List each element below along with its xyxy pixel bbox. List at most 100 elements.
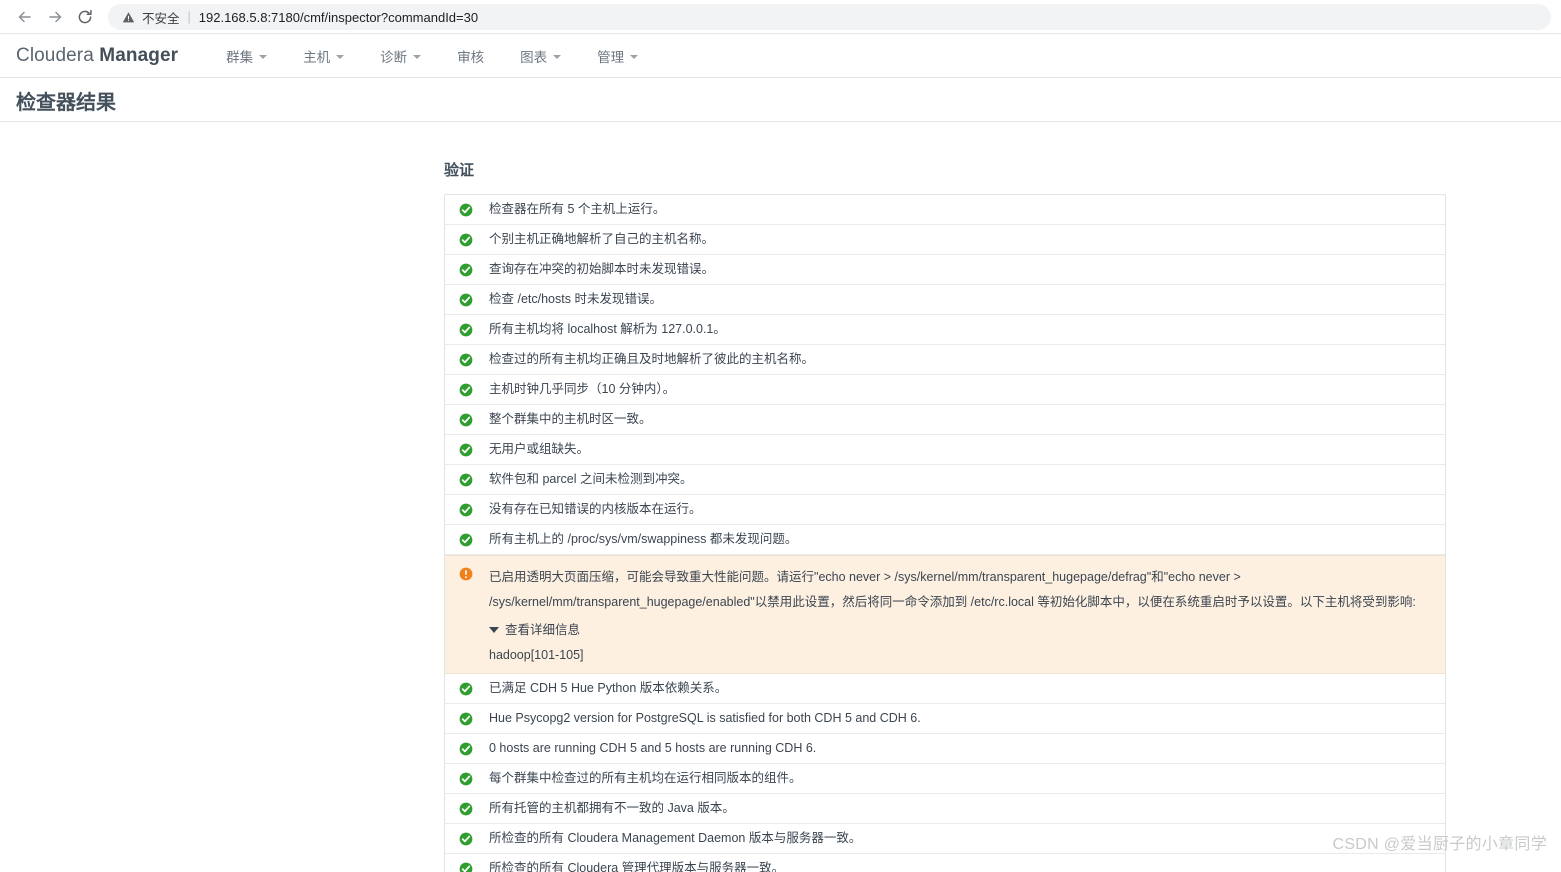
validation-row-text: 所检查的所有 Cloudera Management Daemon 版本与服务器… — [489, 831, 862, 845]
brand-prefix: Cloudera — [16, 45, 100, 66]
reload-button[interactable] — [70, 2, 100, 32]
success-check-icon — [459, 832, 473, 846]
chevron-down-icon — [553, 55, 562, 59]
validation-row-text: 每个群集中检查过的所有主机均在运行相同版本的组件。 — [489, 771, 802, 785]
validation-row-text: 整个群集中的主机时区一致。 — [489, 412, 652, 426]
validation-row: 软件包和 parcel 之间未检测到冲突。 — [445, 465, 1445, 495]
nav-item-label: 审核 — [457, 50, 485, 65]
validation-row-text: 无用户或组缺失。 — [489, 442, 590, 456]
nav-item-label: 管理 — [597, 50, 625, 65]
warning-triangle-icon — [120, 9, 136, 25]
nav-item-clusters[interactable]: 群集 — [208, 46, 285, 66]
validation-row: 已满足 CDH 5 Hue Python 版本依赖关系。 — [445, 674, 1445, 704]
success-check-icon — [459, 353, 473, 367]
warning-exclamation-icon — [459, 567, 473, 581]
validation-row: 所检查的所有 Cloudera Management Daemon 版本与服务器… — [445, 824, 1445, 854]
brand-logo[interactable]: Cloudera Manager — [16, 45, 178, 67]
success-check-icon — [459, 203, 473, 217]
validation-result-list: 检查器在所有 5 个主机上运行。个别主机正确地解析了自己的主机名称。 查询存在冲突… — [444, 194, 1446, 872]
success-check-icon — [459, 443, 473, 457]
validation-row: 没有存在已知错误的内核版本在运行。 — [445, 495, 1445, 525]
success-check-icon — [459, 802, 473, 816]
validation-row-text: 查询存在冲突的初始脚本时未发现错误。 — [489, 262, 715, 276]
validation-row-text: 没有存在已知错误的内核版本在运行。 — [489, 502, 702, 516]
validation-row: 每个群集中检查过的所有主机均在运行相同版本的组件。 — [445, 764, 1445, 794]
chevron-down-icon — [259, 55, 268, 59]
validation-row-text: 主机时钟几乎同步（10 分钟内）。 — [489, 382, 676, 396]
validation-row: 所有托管的主机都拥有不一致的 Java 版本。 — [445, 794, 1445, 824]
nav-item-administration[interactable]: 管理 — [579, 46, 656, 66]
validation-row: 所有主机均将 localhost 解析为 127.0.0.1。 — [445, 315, 1445, 345]
arrow-right-icon — [46, 8, 64, 26]
insecure-label: 不安全 — [142, 11, 180, 26]
nav-item-label: 图表 — [520, 50, 548, 65]
warning-body: 已启用透明大页面压缩，可能会导致重大性能问题。请运行"echo never > … — [489, 565, 1435, 663]
success-check-icon — [459, 533, 473, 547]
nav-item-label: 群集 — [226, 50, 254, 65]
validation-row-text: Hue Psycopg2 version for PostgreSQL is s… — [489, 711, 921, 725]
validation-row-text: 已满足 CDH 5 Hue Python 版本依赖关系。 — [489, 681, 728, 695]
validation-row: 查询存在冲突的初始脚本时未发现错误。 — [445, 255, 1445, 285]
validation-row: 0 hosts are running CDH 5 and 5 hosts ar… — [445, 734, 1445, 764]
success-check-icon — [459, 862, 473, 872]
success-check-icon — [459, 473, 473, 487]
chevron-down-icon — [489, 626, 499, 633]
reload-icon — [76, 8, 94, 26]
affected-hosts: hadoop[101-105] — [489, 648, 584, 662]
validation-row-text: 检查器在所有 5 个主机上运行。 — [489, 202, 666, 216]
validation-row: 检查器在所有 5 个主机上运行。 — [445, 195, 1445, 225]
nav-item-hosts[interactable]: 主机 — [285, 46, 362, 66]
success-check-icon — [459, 742, 473, 756]
address-bar[interactable]: 不安全 | 192.168.5.8:7180/cmf/inspector?com… — [108, 4, 1551, 30]
success-check-icon — [459, 682, 473, 696]
view-details-toggle[interactable]: 查看详细信息 — [489, 619, 580, 638]
validation-row: 无用户或组缺失。 — [445, 435, 1445, 465]
success-check-icon — [459, 263, 473, 277]
validations-section: 验证 检查器在所有 5 个主机上运行。个别主机正确地解析了自己的主机名称。 查询存… — [444, 159, 1446, 872]
validation-row-text: 所有托管的主机都拥有不一致的 Java 版本。 — [489, 801, 735, 815]
forward-button[interactable] — [40, 2, 70, 32]
validation-row-text: 检查 /etc/hosts 时未发现错误。 — [489, 292, 662, 306]
url-text[interactable]: 192.168.5.8:7180/cmf/inspector?commandId… — [199, 10, 478, 25]
view-details-label: 查看详细信息 — [505, 623, 581, 637]
validation-row-text: 所检查的所有 Cloudera 管理代理版本与服务器一致。 — [489, 861, 785, 872]
back-button[interactable] — [10, 2, 40, 32]
browser-toolbar: 不安全 | 192.168.5.8:7180/cmf/inspector?com… — [0, 0, 1561, 34]
validation-row-text: 检查过的所有主机均正确且及时地解析了彼此的主机名称。 — [489, 352, 815, 366]
nav-item-audits[interactable]: 审核 — [439, 46, 502, 66]
nav-item-charts[interactable]: 图表 — [502, 46, 579, 66]
app-header: Cloudera Manager 群集 主机 诊断 审核 图表 管理 — [0, 34, 1561, 78]
arrow-left-icon — [16, 8, 34, 26]
success-check-icon — [459, 772, 473, 786]
validation-row: 所检查的所有 Cloudera 管理代理版本与服务器一致。 — [445, 854, 1445, 872]
brand-strong: Manager — [99, 45, 179, 66]
watermark: CSDN @爱当厨子的小章同学 — [1332, 836, 1547, 853]
nav-item-label: 主机 — [303, 50, 331, 65]
validation-row: Hue Psycopg2 version for PostgreSQL is s… — [445, 704, 1445, 734]
page-content: 验证 检查器在所有 5 个主机上运行。个别主机正确地解析了自己的主机名称。 查询存… — [0, 122, 1561, 872]
nav-item-label: 诊断 — [380, 50, 408, 65]
validation-row-text: 所有主机上的 /proc/sys/vm/swappiness 都未发现问题。 — [489, 532, 798, 546]
validation-row: 主机时钟几乎同步（10 分钟内）。 — [445, 375, 1445, 405]
chevron-down-icon — [336, 55, 345, 59]
success-check-icon — [459, 383, 473, 397]
validation-row: 所有主机上的 /proc/sys/vm/swappiness 都未发现问题。 — [445, 525, 1445, 555]
validation-row-warning: 已启用透明大页面压缩，可能会导致重大性能问题。请运行"echo never > … — [445, 555, 1445, 674]
omnibox-separator: | — [187, 10, 191, 24]
validation-row-text: 个别主机正确地解析了自己的主机名称。 — [489, 232, 715, 246]
success-check-icon — [459, 293, 473, 307]
section-heading: 验证 — [444, 162, 475, 179]
validation-row: 检查过的所有主机均正确且及时地解析了彼此的主机名称。 — [445, 345, 1445, 375]
success-check-icon — [459, 233, 473, 247]
main-nav: 群集 主机 诊断 审核 图表 管理 — [208, 46, 656, 66]
validation-row-text: 软件包和 parcel 之间未检测到冲突。 — [489, 472, 693, 486]
validation-row: 检查 /etc/hosts 时未发现错误。 — [445, 285, 1445, 315]
success-check-icon — [459, 712, 473, 726]
validation-row-text: 所有主机均将 localhost 解析为 127.0.0.1。 — [489, 322, 726, 336]
page-title-bar: 检查器结果 — [0, 78, 1561, 122]
warning-message: 已启用透明大页面压缩，可能会导致重大性能问题。请运行"echo never > … — [489, 570, 1416, 609]
chevron-down-icon — [413, 55, 422, 59]
chevron-down-icon — [630, 55, 639, 59]
success-check-icon — [459, 413, 473, 427]
nav-item-diagnostics[interactable]: 诊断 — [362, 46, 439, 66]
